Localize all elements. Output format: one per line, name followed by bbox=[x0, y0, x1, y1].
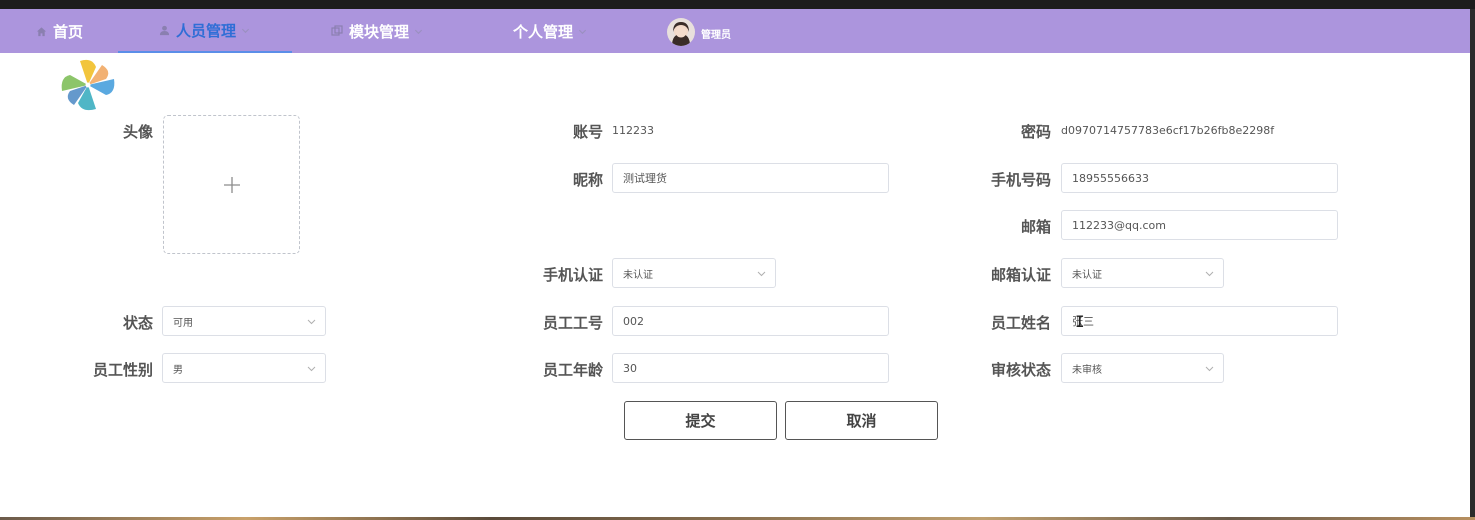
account-value: 112233 bbox=[612, 124, 654, 137]
chevron-down-icon bbox=[578, 29, 587, 34]
status-label: 状态 bbox=[122, 314, 153, 332]
cancel-button[interactable]: 取消 bbox=[785, 401, 938, 440]
user-name[interactable]: 管理员 bbox=[701, 26, 731, 41]
avatar-upload[interactable] bbox=[163, 115, 300, 254]
chevron-down-icon bbox=[1205, 271, 1214, 277]
age-label: 员工年龄 bbox=[542, 361, 603, 379]
chevron-down-icon bbox=[414, 29, 423, 34]
pinwheel-logo-icon bbox=[61, 59, 115, 111]
nav-personnel-label: 人员管理 bbox=[176, 21, 237, 40]
emp-no-input[interactable]: 002 bbox=[612, 306, 889, 336]
status-select[interactable]: 可用 bbox=[162, 306, 326, 336]
chevron-down-icon bbox=[1205, 366, 1214, 372]
avatar-label: 头像 bbox=[122, 123, 153, 141]
phone-verify-label: 手机认证 bbox=[542, 266, 603, 284]
email-input[interactable]: 112233@qq.com bbox=[1061, 210, 1338, 240]
gender-value: 男 bbox=[173, 364, 183, 376]
submit-button[interactable]: 提交 bbox=[624, 401, 777, 440]
gender-label: 员工性别 bbox=[92, 361, 153, 379]
window-right-edge bbox=[1470, 9, 1475, 520]
nickname-value: 测试理货 bbox=[623, 172, 667, 185]
nav-personal-label: 个人管理 bbox=[513, 22, 574, 41]
nickname-input[interactable]: 测试理货 bbox=[612, 163, 889, 193]
email-label: 邮箱 bbox=[1020, 218, 1051, 236]
nav-home[interactable]: 首页 bbox=[36, 9, 83, 53]
window-top-strip bbox=[0, 0, 1475, 9]
email-verify-label: 邮箱认证 bbox=[990, 266, 1051, 284]
nav-personal[interactable]: 个人管理 bbox=[513, 9, 587, 53]
phone-input[interactable]: 18955556633 bbox=[1061, 163, 1338, 193]
password-value: d0970714757783e6cf17b26fb8e2298f bbox=[1061, 124, 1275, 137]
plus-icon bbox=[224, 177, 240, 193]
phone-verify-select[interactable]: 未认证 bbox=[612, 258, 776, 288]
chevron-down-icon bbox=[307, 366, 316, 372]
review-select[interactable]: 未审核 bbox=[1061, 353, 1224, 383]
nav-home-label: 首页 bbox=[53, 22, 84, 41]
user-icon bbox=[159, 25, 170, 35]
phone-label: 手机号码 bbox=[990, 171, 1051, 189]
chevron-down-icon bbox=[757, 271, 766, 277]
home-icon bbox=[36, 26, 47, 36]
phone-value: 18955556633 bbox=[1072, 171, 1149, 185]
top-nav: 首页 人员管理 模块管理 个人管理 bbox=[0, 9, 1475, 53]
emp-no-label: 员工工号 bbox=[542, 314, 603, 332]
email-verify-select[interactable]: 未认证 bbox=[1061, 258, 1224, 288]
gender-select[interactable]: 男 bbox=[162, 353, 326, 383]
module-icon bbox=[331, 25, 343, 36]
text-cursor-icon: I bbox=[1075, 312, 1085, 331]
emp-name-input[interactable]: 张三 bbox=[1061, 306, 1338, 336]
nav-modules-label: 模块管理 bbox=[349, 22, 410, 41]
age-input[interactable]: 30 bbox=[612, 353, 889, 383]
account-label: 账号 bbox=[572, 123, 603, 141]
nav-modules[interactable]: 模块管理 bbox=[331, 9, 423, 53]
email-verify-value: 未认证 bbox=[1072, 269, 1102, 281]
review-value: 未审核 bbox=[1072, 364, 1102, 376]
email-value: 112233@qq.com bbox=[1072, 218, 1166, 232]
emp-name-label: 员工姓名 bbox=[990, 314, 1051, 332]
chevron-down-icon bbox=[241, 28, 250, 33]
password-label: 密码 bbox=[1020, 123, 1051, 141]
user-avatar[interactable] bbox=[667, 18, 695, 46]
status-value: 可用 bbox=[173, 317, 193, 329]
phone-verify-value: 未认证 bbox=[623, 269, 653, 281]
review-label: 审核状态 bbox=[990, 361, 1051, 379]
emp-no-value: 002 bbox=[623, 314, 644, 328]
age-value: 30 bbox=[623, 361, 637, 375]
nav-personnel[interactable]: 人员管理 bbox=[118, 9, 292, 53]
nickname-label: 昵称 bbox=[572, 171, 603, 189]
chevron-down-icon bbox=[307, 319, 316, 325]
